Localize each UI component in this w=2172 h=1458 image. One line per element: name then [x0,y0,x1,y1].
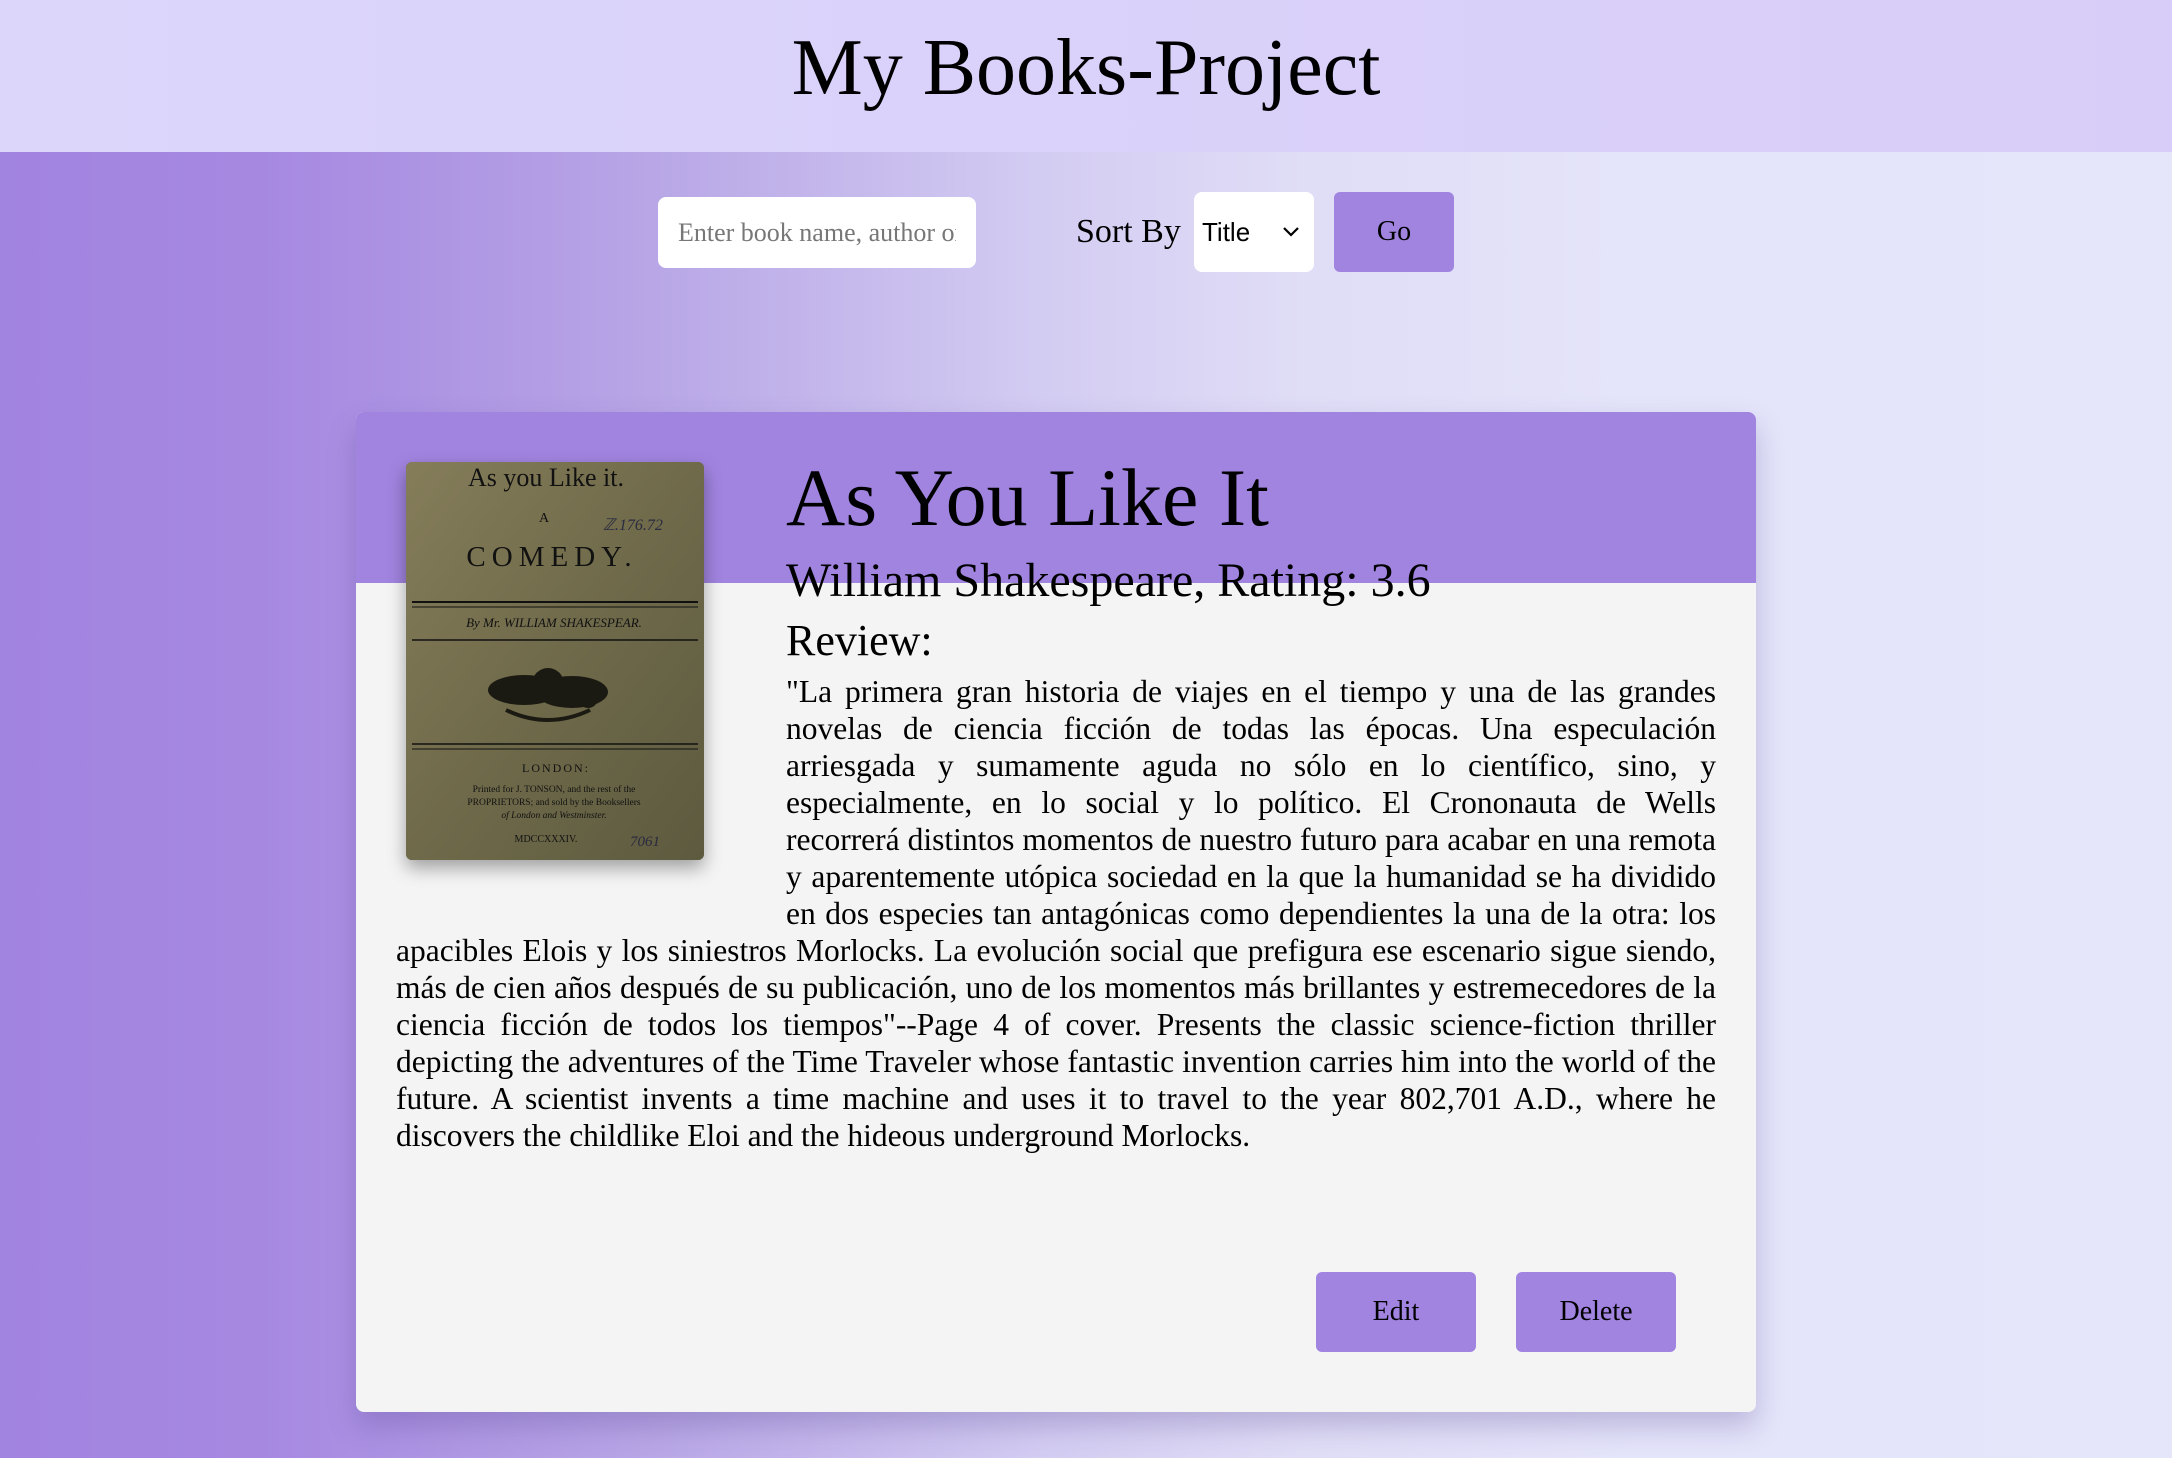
delete-button[interactable]: Delete [1516,1272,1676,1352]
sort-select[interactable]: Title [1194,192,1314,272]
go-button[interactable]: Go [1334,192,1454,272]
edit-button[interactable]: Edit [1316,1272,1476,1352]
sort-selected-value: Title [1202,217,1251,247]
search-input[interactable] [658,197,976,268]
book-details: As You Like It William Shakespeare, Rati… [396,412,1716,1154]
book-card: As you Like it. A ℤ.176.72 COMEDY. By Mr… [356,412,1756,1412]
chevron-down-icon [1283,227,1299,237]
page-title: My Books-Project [791,24,1381,112]
sort-by-label: Sort By [1076,213,1181,250]
page-header: My Books-Project [0,0,2172,152]
